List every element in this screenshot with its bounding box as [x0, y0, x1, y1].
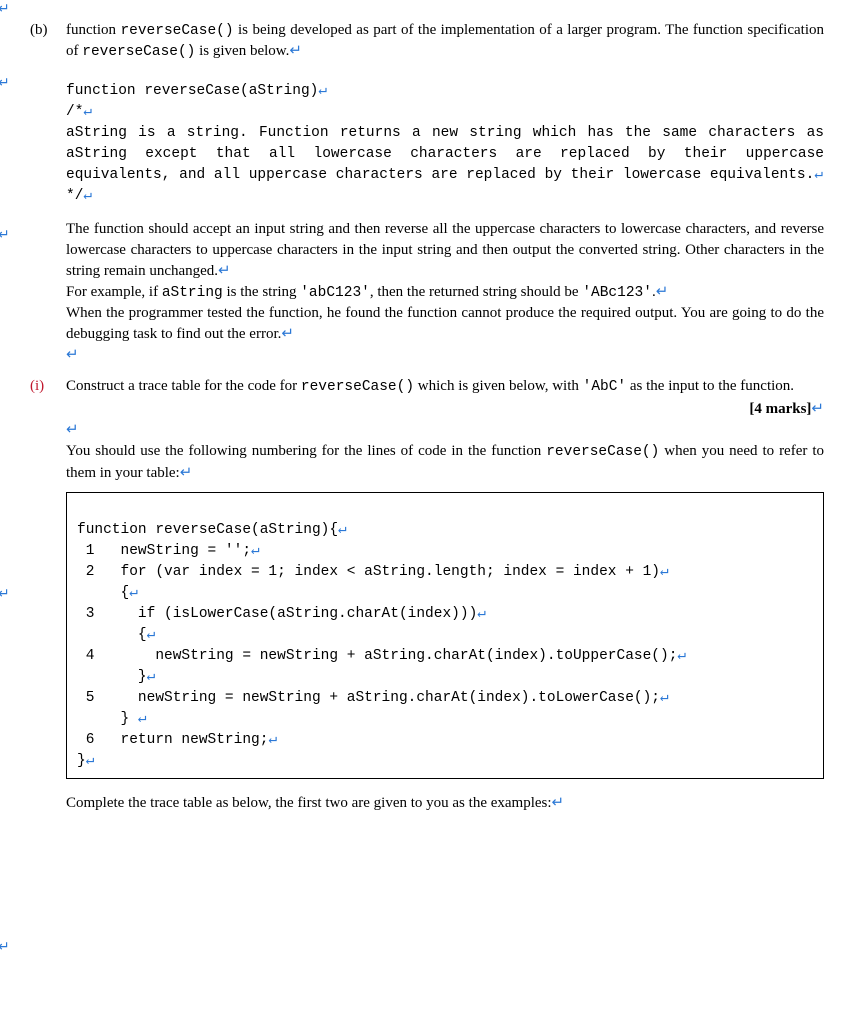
marks-line: [4 marks]↵	[66, 399, 824, 420]
i-code1: reverseCase()	[301, 379, 414, 395]
i-use2: reverseCase()	[546, 444, 659, 460]
spec-rb: ↵	[814, 167, 823, 183]
code-r4: ↵	[477, 606, 486, 622]
code-l8: 5 newString = newString + aString.charAt…	[77, 690, 660, 706]
desc-p2a: For example, if	[66, 284, 162, 300]
return-marker-left2: ↵	[0, 226, 10, 246]
desc-p2c: is the string	[223, 284, 301, 300]
b-code2: reverseCase()	[82, 44, 195, 60]
code-l1: 1 newString = '';	[77, 543, 251, 559]
desc-p1: The function should accept an input stri…	[66, 219, 824, 282]
desc-p5: ↵	[66, 345, 824, 366]
desc-p3a: 'ABc123'	[582, 285, 652, 301]
return-marker-left3: ↵	[0, 585, 10, 605]
code-l2: 2 for (var index = 1; index < aString.le…	[77, 564, 660, 580]
code-r0: ↵	[338, 522, 347, 538]
code-r3: ↵	[129, 585, 138, 601]
b-code1: reverseCase()	[120, 23, 233, 39]
code-r6: ↵	[677, 648, 686, 664]
b-ret: ↵	[289, 43, 302, 59]
desc-p4t: When the programmer tested the function,…	[66, 305, 824, 342]
marks-ret: ↵	[811, 401, 824, 417]
desc-p1r: ↵	[218, 263, 231, 279]
desc-p4r: ↵	[281, 326, 294, 342]
section-b: (b) function reverseCase() is being deve…	[30, 20, 824, 63]
desc-p2d: 'abC123'	[300, 285, 370, 301]
code-r11: ↵	[86, 753, 95, 769]
complete-ret: ↵	[552, 795, 565, 811]
code-l7: }	[77, 669, 147, 685]
i-use1: You should use the following numbering f…	[66, 443, 546, 459]
i-ret1s: ↵	[66, 422, 79, 438]
i-t1: Construct a trace table for the code for	[66, 378, 301, 394]
spec-r3: ↵	[83, 188, 92, 204]
desc-p5r: ↵	[66, 347, 79, 363]
code-l6: 4 newString = newString + aString.charAt…	[77, 648, 677, 664]
return-marker-left1: ↵	[0, 74, 10, 94]
spec-r2: ↵	[83, 104, 92, 120]
i-code2: 'AbC'	[583, 379, 627, 395]
label-i: (i)	[30, 376, 66, 397]
desc-p2: For example, if aString is the string 'a…	[66, 282, 824, 303]
return-marker-bottom: ↵	[0, 938, 10, 958]
desc-p2e: , then the returned string should be	[370, 284, 582, 300]
desc-p4: When the programmer tested the function,…	[66, 303, 824, 345]
section-i: (i) Construct a trace table for the code…	[30, 376, 824, 397]
code-r8: ↵	[660, 690, 669, 706]
desc-p2b: aString	[162, 285, 223, 301]
i-t2: which is given below, with	[414, 378, 583, 394]
desc-p3r: ↵	[656, 284, 669, 300]
code-r10: ↵	[268, 732, 277, 748]
code-r9: ↵	[138, 711, 147, 727]
code-l5: {	[77, 627, 147, 643]
complete-text: Complete the trace table as below, the f…	[66, 795, 552, 811]
text-b: function reverseCase() is being develope…	[66, 20, 824, 63]
text-i: Construct a trace table for the code for…	[66, 376, 824, 397]
spec-l1: function reverseCase(aString)	[66, 83, 318, 99]
label-b: (b)	[30, 20, 66, 63]
code-l10: 6 return newString;	[77, 732, 268, 748]
spec-body: aString is a string. Function returns a …	[66, 125, 824, 183]
return-marker-top: ↵	[0, 0, 10, 20]
function-spec-block: function reverseCase(aString)↵ /*↵ aStri…	[66, 81, 824, 207]
code-l3: {	[77, 585, 129, 601]
desc-p1a: The function should accept an input stri…	[66, 221, 824, 279]
code-l11: }	[77, 753, 86, 769]
spec-l2: /*	[66, 104, 83, 120]
i-t3: as the input to the function.	[626, 378, 794, 394]
b-t1: function	[66, 22, 120, 38]
code-r5: ↵	[147, 627, 156, 643]
code-l0: function reverseCase(aString){	[77, 522, 338, 538]
code-r1: ↵	[251, 543, 260, 559]
b-t3: is given below.	[195, 43, 289, 59]
marks-text: [4 marks]	[749, 401, 811, 417]
code-l4: 3 if (isLowerCase(aString.charAt(index))…	[77, 606, 477, 622]
code-r2: ↵	[660, 564, 669, 580]
code-l9: }	[77, 711, 138, 727]
i-use-ret: ↵	[180, 465, 193, 481]
code-r7: ↵	[147, 669, 156, 685]
i-use: You should use the following numbering f…	[66, 441, 824, 483]
spec-l3: */	[66, 188, 83, 204]
spec-r1: ↵	[318, 83, 327, 99]
complete-line: Complete the trace table as below, the f…	[66, 793, 824, 814]
i-ret1: ↵	[66, 420, 824, 441]
code-box: function reverseCase(aString){↵ 1 newStr…	[66, 492, 824, 779]
